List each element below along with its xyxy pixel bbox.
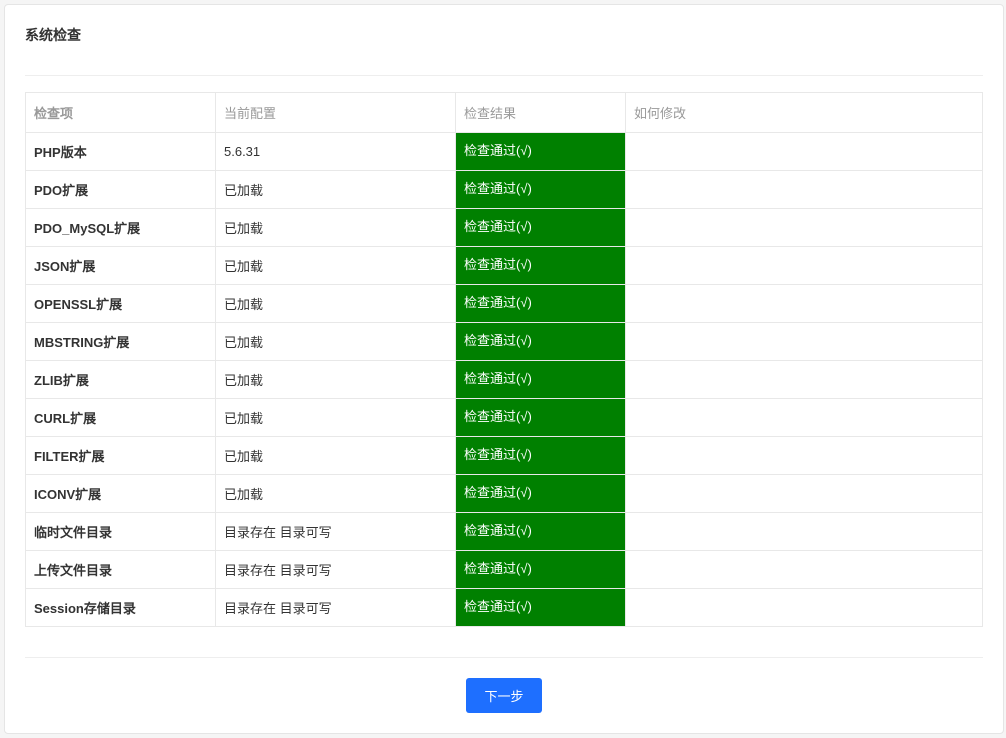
cell-item: PDO扩展 (26, 171, 216, 209)
table-header-row: 检查项 当前配置 检查结果 如何修改 (26, 93, 983, 133)
table-row: PDO扩展已加载检查通过(√) (26, 171, 983, 209)
status-badge: 检查通过(√) (456, 285, 625, 322)
system-check-card: 系统检查 检查项 当前配置 检查结果 如何修改 PHP版本5.6.31检查通过(… (4, 4, 1004, 734)
header-howto: 如何修改 (626, 93, 983, 133)
cell-item: Session存储目录 (26, 589, 216, 627)
table-row: ICONV扩展已加载检查通过(√) (26, 475, 983, 513)
cell-result: 检查通过(√) (456, 133, 626, 171)
cell-howto (626, 323, 983, 361)
table-row: Session存储目录目录存在 目录可写检查通过(√) (26, 589, 983, 627)
cell-result: 检查通过(√) (456, 437, 626, 475)
status-badge: 检查通过(√) (456, 133, 625, 170)
button-row: 下一步 (25, 678, 983, 713)
cell-config: 已加载 (216, 361, 456, 399)
cell-config: 目录存在 目录可写 (216, 513, 456, 551)
table-row: FILTER扩展已加载检查通过(√) (26, 437, 983, 475)
table-row: PDO_MySQL扩展已加载检查通过(√) (26, 209, 983, 247)
table-row: CURL扩展已加载检查通过(√) (26, 399, 983, 437)
status-badge: 检查通过(√) (456, 361, 625, 398)
cell-howto (626, 551, 983, 589)
cell-item: OPENSSL扩展 (26, 285, 216, 323)
cell-result: 检查通过(√) (456, 171, 626, 209)
next-button[interactable]: 下一步 (466, 678, 541, 713)
cell-result: 检查通过(√) (456, 551, 626, 589)
status-badge: 检查通过(√) (456, 513, 625, 550)
page-title: 系统检查 (25, 25, 983, 45)
cell-config: 已加载 (216, 171, 456, 209)
cell-howto (626, 475, 983, 513)
cell-item: JSON扩展 (26, 247, 216, 285)
cell-howto (626, 361, 983, 399)
cell-result: 检查通过(√) (456, 323, 626, 361)
cell-item: ICONV扩展 (26, 475, 216, 513)
cell-item: PHP版本 (26, 133, 216, 171)
cell-result: 检查通过(√) (456, 475, 626, 513)
cell-result: 检查通过(√) (456, 399, 626, 437)
status-badge: 检查通过(√) (456, 551, 625, 588)
cell-item: CURL扩展 (26, 399, 216, 437)
bottom-divider (25, 657, 983, 658)
cell-item: 上传文件目录 (26, 551, 216, 589)
status-badge: 检查通过(√) (456, 399, 625, 436)
cell-item: PDO_MySQL扩展 (26, 209, 216, 247)
cell-howto (626, 171, 983, 209)
cell-howto (626, 437, 983, 475)
status-badge: 检查通过(√) (456, 323, 625, 360)
cell-config: 已加载 (216, 285, 456, 323)
cell-item: 临时文件目录 (26, 513, 216, 551)
top-divider (25, 75, 983, 76)
cell-config: 已加载 (216, 209, 456, 247)
cell-result: 检查通过(√) (456, 361, 626, 399)
table-row: ZLIB扩展已加载检查通过(√) (26, 361, 983, 399)
cell-howto (626, 589, 983, 627)
cell-result: 检查通过(√) (456, 589, 626, 627)
status-badge: 检查通过(√) (456, 209, 625, 246)
cell-howto (626, 247, 983, 285)
cell-result: 检查通过(√) (456, 513, 626, 551)
table-row: PHP版本5.6.31检查通过(√) (26, 133, 983, 171)
check-table: 检查项 当前配置 检查结果 如何修改 PHP版本5.6.31检查通过(√)PDO… (25, 92, 983, 627)
cell-howto (626, 399, 983, 437)
header-result: 检查结果 (456, 93, 626, 133)
cell-howto (626, 133, 983, 171)
cell-config: 已加载 (216, 247, 456, 285)
status-badge: 检查通过(√) (456, 437, 625, 474)
status-badge: 检查通过(√) (456, 475, 625, 512)
cell-config: 已加载 (216, 399, 456, 437)
cell-item: FILTER扩展 (26, 437, 216, 475)
cell-result: 检查通过(√) (456, 247, 626, 285)
cell-config: 目录存在 目录可写 (216, 551, 456, 589)
cell-item: ZLIB扩展 (26, 361, 216, 399)
cell-howto (626, 209, 983, 247)
cell-config: 已加载 (216, 323, 456, 361)
header-config: 当前配置 (216, 93, 456, 133)
table-row: 上传文件目录目录存在 目录可写检查通过(√) (26, 551, 983, 589)
cell-item: MBSTRING扩展 (26, 323, 216, 361)
status-badge: 检查通过(√) (456, 247, 625, 284)
table-row: JSON扩展已加载检查通过(√) (26, 247, 983, 285)
cell-howto (626, 513, 983, 551)
cell-config: 已加载 (216, 475, 456, 513)
cell-result: 检查通过(√) (456, 285, 626, 323)
table-row: 临时文件目录目录存在 目录可写检查通过(√) (26, 513, 983, 551)
header-item: 检查项 (26, 93, 216, 133)
cell-config: 已加载 (216, 437, 456, 475)
cell-config: 目录存在 目录可写 (216, 589, 456, 627)
status-badge: 检查通过(√) (456, 589, 625, 626)
table-row: MBSTRING扩展已加载检查通过(√) (26, 323, 983, 361)
cell-result: 检查通过(√) (456, 209, 626, 247)
cell-howto (626, 285, 983, 323)
cell-config: 5.6.31 (216, 133, 456, 171)
table-row: OPENSSL扩展已加载检查通过(√) (26, 285, 983, 323)
status-badge: 检查通过(√) (456, 171, 625, 208)
